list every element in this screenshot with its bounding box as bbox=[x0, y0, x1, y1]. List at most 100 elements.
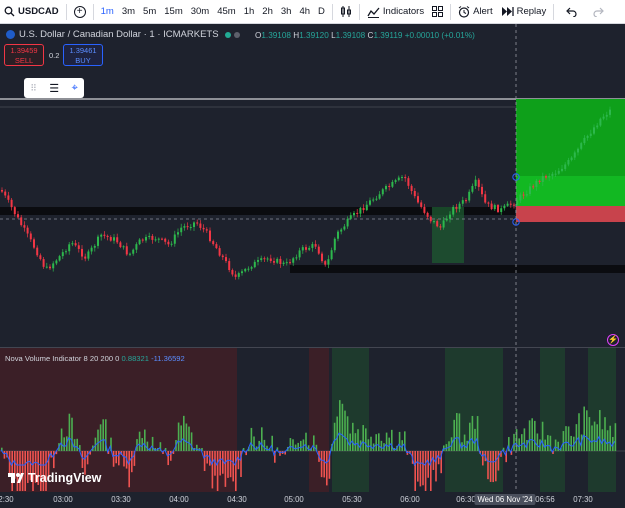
histogram-bar bbox=[196, 444, 198, 451]
timeframe-3m[interactable]: 3m bbox=[118, 0, 139, 24]
candle-body bbox=[55, 260, 58, 264]
timeframe-4h[interactable]: 4h bbox=[295, 0, 314, 24]
candle-body bbox=[394, 180, 397, 182]
candle-body bbox=[13, 207, 16, 215]
histogram-bar bbox=[523, 428, 526, 451]
redo-button[interactable] bbox=[585, 0, 613, 24]
histogram-bar bbox=[562, 431, 565, 451]
candle-body bbox=[573, 152, 576, 158]
candle-body bbox=[234, 274, 237, 277]
time-label: 04:30 bbox=[227, 495, 247, 504]
timeframe-1m[interactable]: 1m bbox=[97, 0, 118, 24]
alert-button[interactable]: Alert bbox=[454, 0, 497, 24]
time-label: 05:30 bbox=[342, 495, 362, 504]
drag-handle-icon[interactable]: ⠿ bbox=[30, 83, 37, 94]
candle-body bbox=[237, 273, 240, 277]
timeframe-5m[interactable]: 5m bbox=[139, 0, 160, 24]
histogram-bar bbox=[443, 445, 445, 451]
candle-body bbox=[333, 238, 336, 251]
timeframe-30m[interactable]: 30m bbox=[187, 0, 213, 24]
candle-body bbox=[74, 243, 77, 246]
candle-body bbox=[353, 212, 355, 216]
candle-body bbox=[465, 200, 467, 202]
chart-type-button[interactable] bbox=[336, 0, 356, 24]
candle-body bbox=[231, 270, 234, 275]
candle-body bbox=[468, 191, 471, 201]
candle-body bbox=[404, 176, 407, 179]
candle-body bbox=[119, 242, 122, 248]
layout-icon bbox=[432, 6, 444, 17]
timeframe-3h[interactable]: 3h bbox=[277, 0, 296, 24]
histogram-bar bbox=[279, 451, 281, 456]
histogram-bar bbox=[370, 436, 372, 451]
candle-body bbox=[106, 235, 109, 238]
candle-body bbox=[36, 247, 39, 256]
candle-body bbox=[532, 186, 535, 188]
indicator-legend[interactable]: Nova Volume Indicator 8 20 200 0 0.88321… bbox=[5, 354, 185, 363]
compare-button[interactable]: + bbox=[70, 0, 90, 24]
symbol-search[interactable]: USDCAD bbox=[0, 0, 63, 24]
candle-body bbox=[513, 204, 515, 206]
replay-button[interactable]: Replay bbox=[497, 0, 551, 24]
histogram-bar bbox=[599, 410, 601, 451]
candle-body bbox=[244, 269, 247, 272]
candle-body bbox=[221, 255, 224, 258]
time-label: 05:00 bbox=[284, 495, 304, 504]
candle-body bbox=[503, 205, 506, 209]
candle-body bbox=[164, 238, 167, 242]
histogram-bar bbox=[354, 433, 357, 451]
histogram-bar bbox=[146, 441, 149, 451]
candle-body bbox=[599, 118, 602, 126]
redo-icon bbox=[593, 7, 605, 17]
buy-button[interactable]: 1.39461 BUY bbox=[63, 44, 103, 66]
candle-body bbox=[497, 205, 499, 212]
indicator-name: Nova Volume Indicator 8 20 200 0 bbox=[5, 354, 120, 363]
histogram-bar bbox=[614, 423, 617, 451]
timeframe-1h[interactable]: 1h bbox=[240, 0, 259, 24]
candle-body bbox=[481, 186, 483, 195]
layout-button[interactable] bbox=[428, 0, 447, 24]
histogram-bar bbox=[266, 445, 268, 451]
histogram-bar bbox=[606, 430, 609, 451]
candle-body bbox=[589, 133, 592, 136]
candle-body bbox=[269, 258, 272, 262]
histogram-bar bbox=[567, 426, 570, 451]
candle-body bbox=[433, 221, 435, 223]
histogram-bar bbox=[352, 422, 354, 451]
candle-body bbox=[554, 173, 557, 175]
candle-body bbox=[548, 175, 551, 178]
histogram-bar bbox=[365, 428, 367, 451]
tradingview-logo-icon bbox=[8, 473, 24, 483]
histogram-bar bbox=[482, 451, 484, 466]
line-style-icon[interactable]: ☰ bbox=[49, 82, 59, 95]
price-chart[interactable] bbox=[0, 24, 625, 508]
candle-body bbox=[330, 250, 333, 260]
tradingview-logo[interactable]: TradingView bbox=[8, 471, 101, 485]
sell-button[interactable]: 1.39459 SELL bbox=[4, 44, 44, 66]
histogram-bar bbox=[521, 434, 523, 451]
candle-body bbox=[7, 195, 10, 200]
timeframe-d[interactable]: D bbox=[314, 0, 329, 24]
separator bbox=[358, 3, 360, 20]
histogram-bar bbox=[591, 425, 593, 451]
candle-body bbox=[529, 186, 531, 195]
symbol-title[interactable]: U.S. Dollar / Canadian Dollar · 1 · ICMA… bbox=[6, 29, 240, 40]
histogram-bar bbox=[76, 438, 78, 451]
histogram-bar bbox=[297, 442, 299, 451]
candle-body bbox=[49, 266, 51, 269]
histogram-bar bbox=[97, 429, 99, 451]
candle-body bbox=[209, 230, 211, 242]
timeframe-45m[interactable]: 45m bbox=[213, 0, 239, 24]
candle-body bbox=[471, 186, 474, 192]
candle-body bbox=[157, 238, 160, 240]
undo-button[interactable] bbox=[557, 0, 585, 24]
lightning-icon[interactable]: ⚡ bbox=[607, 334, 619, 346]
crosshair-tool-icon[interactable]: ⌖ bbox=[72, 82, 78, 95]
time-axis[interactable]: 2:30 03:00 03:30 04:00 04:30 05:00 05:30… bbox=[0, 492, 625, 508]
candle-body bbox=[401, 176, 403, 178]
timeframe-2h[interactable]: 2h bbox=[258, 0, 277, 24]
indicators-button[interactable]: Indicators bbox=[363, 0, 428, 24]
timeframe-15m[interactable]: 15m bbox=[160, 0, 186, 24]
histogram-bar bbox=[596, 424, 598, 451]
candle-body bbox=[97, 236, 99, 246]
